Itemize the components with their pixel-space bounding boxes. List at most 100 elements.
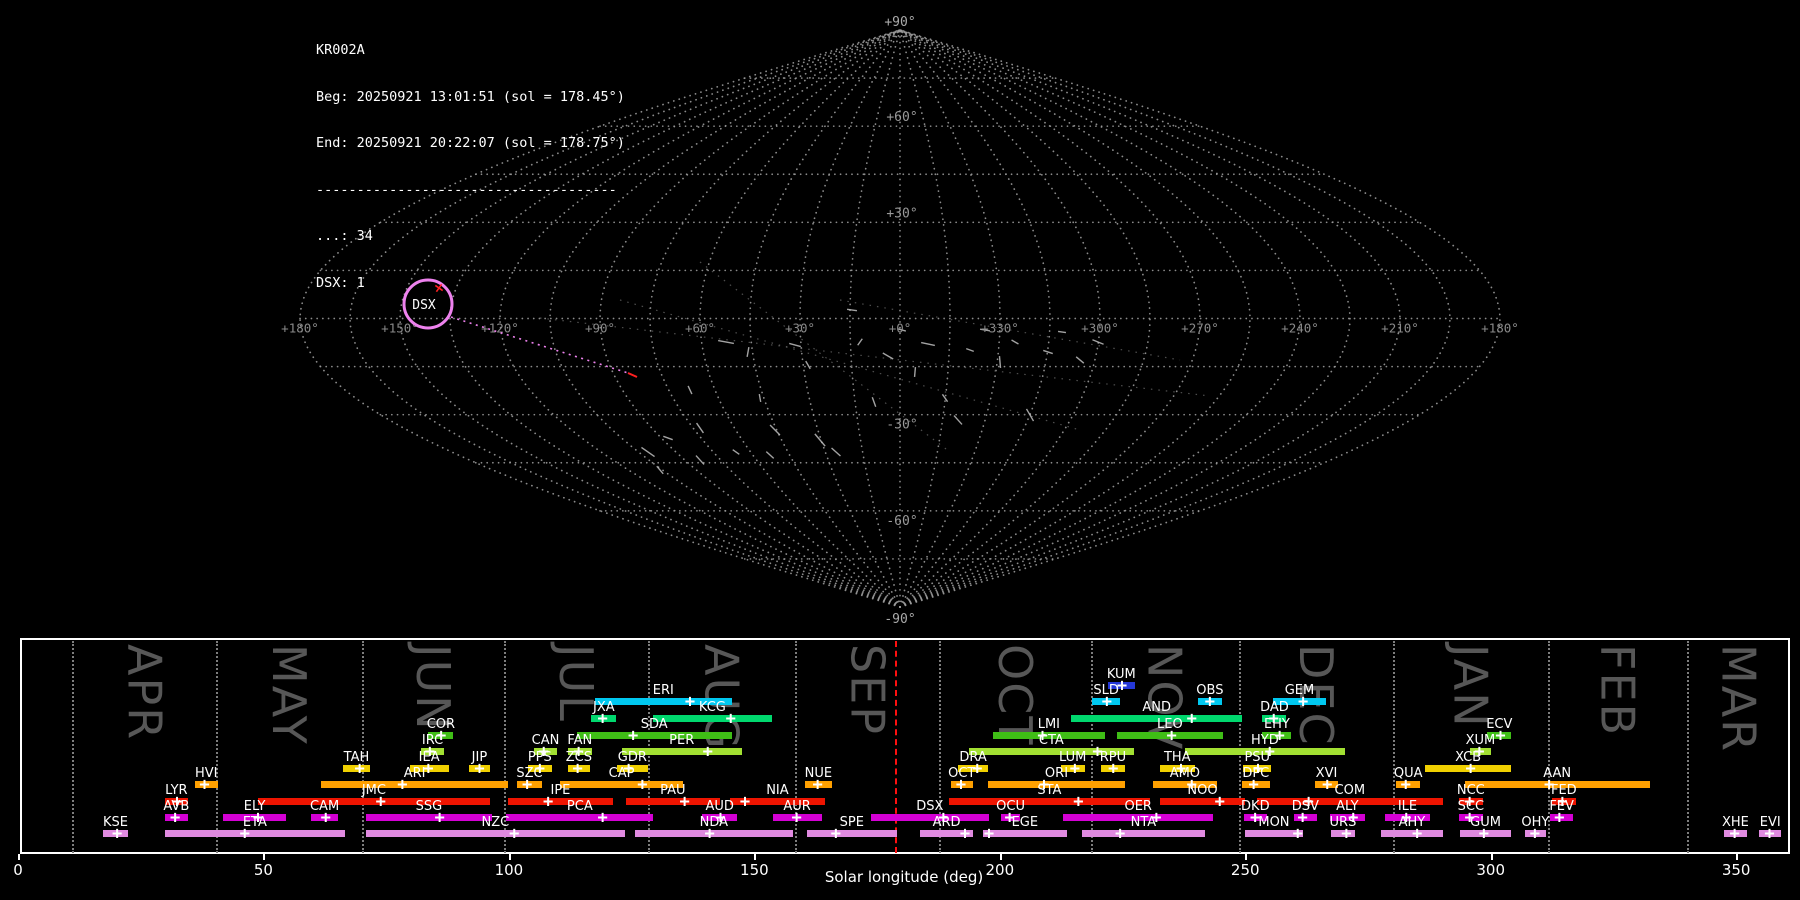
shower-peak-sta: + bbox=[1073, 792, 1084, 812]
shower-peak-kcg: + bbox=[725, 709, 736, 729]
month-label-apr: APR bbox=[117, 644, 172, 742]
map-longitude-label: +30° bbox=[785, 321, 815, 336]
meteor-trail bbox=[789, 342, 801, 348]
current-sol-line bbox=[894, 641, 897, 853]
shower-label-pca: PCA bbox=[566, 799, 593, 814]
meteor-trail bbox=[831, 447, 841, 457]
x-axis-tick bbox=[1736, 854, 1739, 860]
month-label-jan: JAN bbox=[1443, 644, 1498, 729]
shower-peak-leo: + bbox=[1166, 726, 1177, 746]
shower-label-cap: CAP bbox=[608, 766, 635, 781]
map-meridian bbox=[899, 29, 1451, 608]
shower-label-per: PER bbox=[669, 733, 695, 748]
month-boundary-line bbox=[72, 641, 75, 853]
meteor-trail bbox=[805, 360, 811, 370]
map-longitude-label: +120° bbox=[481, 321, 519, 336]
shower-peak-mon: + bbox=[1292, 824, 1303, 844]
shower-peak-qua: + bbox=[1400, 775, 1411, 795]
map-longitude-label: +240° bbox=[1281, 321, 1319, 336]
map-latitude-label: -60° bbox=[886, 514, 917, 529]
shower-bar-ipe bbox=[507, 798, 613, 805]
shower-peak-pau: + bbox=[679, 792, 690, 812]
x-axis-tick bbox=[1490, 854, 1493, 860]
shower-peak-ege: + bbox=[983, 824, 995, 844]
month-boundary-line bbox=[1393, 641, 1395, 853]
shower-peak-ipe: + bbox=[543, 792, 554, 812]
meteor-trail bbox=[1075, 356, 1085, 364]
shower-peak-per: + bbox=[702, 742, 713, 762]
shower-label-sda: SDA bbox=[640, 717, 668, 732]
shower-label-ipe: IPE bbox=[550, 783, 571, 798]
month-boundary-line bbox=[216, 641, 219, 853]
meteor-trail bbox=[998, 355, 1002, 369]
shower-peak-szc: + bbox=[521, 775, 533, 795]
shower-peak-kse: + bbox=[112, 824, 123, 844]
map-meridian bbox=[899, 29, 1051, 608]
meteor-trail bbox=[695, 455, 705, 465]
shower-bar-sda bbox=[576, 732, 732, 739]
month-boundary-line bbox=[1687, 641, 1690, 853]
shower-label-nia: NIA bbox=[766, 783, 789, 798]
meteor-trail bbox=[769, 424, 781, 436]
x-axis-tick-label: 100 bbox=[494, 861, 524, 879]
shower-peak-evi: + bbox=[1764, 824, 1775, 844]
shower-peak-hvi: + bbox=[199, 775, 210, 795]
shower-label-eri: ERI bbox=[652, 683, 674, 698]
observation-header: KR002A Beg: 20250921 13:01:51 (sol = 178… bbox=[316, 12, 625, 322]
shower-peak-nda: + bbox=[704, 824, 715, 844]
map-meridian bbox=[899, 29, 1151, 608]
x-axis-title: Solar longitude (deg) bbox=[824, 868, 984, 886]
x-axis-tick bbox=[754, 854, 757, 860]
x-axis-tick bbox=[18, 854, 20, 860]
map-longitude-label: +90° bbox=[585, 321, 615, 336]
shower-bar-eta bbox=[164, 830, 345, 837]
meteor-trail bbox=[846, 308, 858, 312]
shower-label-spe: SPE bbox=[839, 815, 864, 830]
shower-peak-avb: + bbox=[169, 808, 181, 828]
month-label-sep: SEP bbox=[840, 644, 895, 737]
shower-label-nta: NTA bbox=[1130, 815, 1157, 830]
shower-bar-ssg bbox=[366, 814, 492, 821]
shower-label-com: COM bbox=[1334, 783, 1366, 798]
meteor-trail bbox=[953, 415, 963, 425]
meteor-trail bbox=[913, 366, 917, 378]
shower-peak-lum: + bbox=[1069, 759, 1081, 779]
meteor-trail bbox=[814, 433, 826, 447]
shower-peak-ard: + bbox=[959, 824, 971, 844]
meteor-trail bbox=[695, 422, 705, 434]
shower-peak-xvi: + bbox=[1322, 775, 1333, 795]
meteor-trail bbox=[765, 451, 775, 459]
shower-label-sta: STA bbox=[1037, 783, 1062, 798]
shower-bar-ege bbox=[983, 830, 1067, 837]
dsx-count: DSX: 1 bbox=[316, 274, 365, 291]
radiant-map-screen: +90° -90° +60° +30° -30° -60° +180° +150° +120° +… bbox=[0, 0, 1800, 900]
meteor-trail bbox=[966, 347, 974, 353]
shower-label-and: AND bbox=[1142, 700, 1171, 715]
shower-peak-gem: + bbox=[1298, 692, 1309, 712]
meteor-trail bbox=[641, 446, 655, 458]
meteor-trail bbox=[732, 449, 740, 455]
sporadic-count: ...: 34 bbox=[316, 228, 373, 244]
shower-bar-dsx bbox=[870, 814, 989, 821]
meteor-trail bbox=[687, 385, 693, 395]
x-axis-tick-label: 300 bbox=[1476, 861, 1506, 879]
shower-peak-aur: + bbox=[791, 808, 802, 828]
meteor-trail bbox=[717, 339, 735, 345]
shower-label-ard: ARD bbox=[932, 815, 961, 830]
meteor-trail bbox=[758, 393, 762, 403]
shower-peak-ohy: + bbox=[1529, 824, 1540, 844]
shower-label-noo: NOO bbox=[1187, 783, 1218, 798]
month-label-may: MAY bbox=[261, 644, 316, 746]
x-axis-tick bbox=[263, 854, 266, 860]
shower-peak-fev: + bbox=[1554, 808, 1565, 828]
month-boundary-line bbox=[648, 641, 651, 853]
shower-peak-sld: + bbox=[1101, 692, 1112, 712]
meteor-trail bbox=[746, 346, 750, 358]
meteor-trail bbox=[921, 341, 935, 347]
meteor-trail bbox=[1011, 339, 1019, 345]
shower-peak-xcb: + bbox=[1465, 759, 1476, 779]
shower-peak-dpc: + bbox=[1248, 775, 1259, 795]
meteor-trail bbox=[663, 435, 673, 441]
shower-peak-pca: + bbox=[597, 808, 608, 828]
month-label-mar: MAR bbox=[1711, 644, 1766, 754]
